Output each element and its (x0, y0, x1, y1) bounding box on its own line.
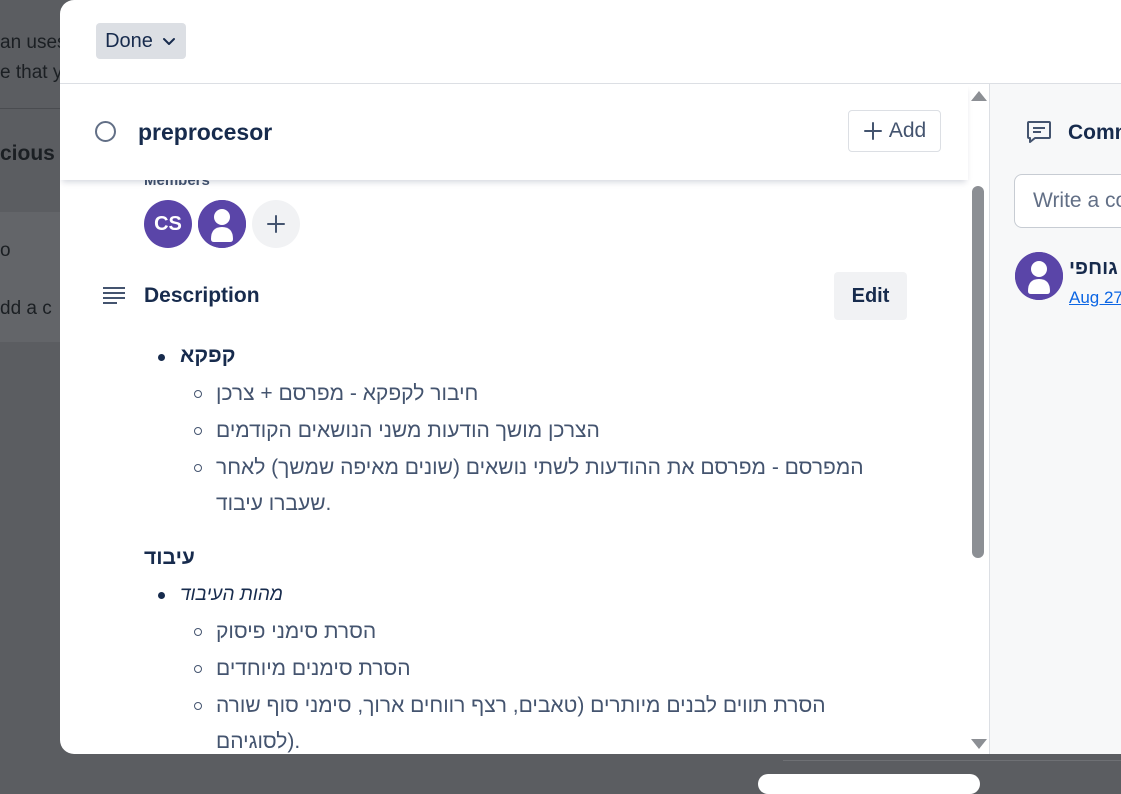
bullet (194, 665, 202, 673)
scroll-down-arrow-icon[interactable] (971, 739, 987, 749)
add-member-button[interactable] (252, 200, 300, 248)
background-text: dd a c (0, 298, 52, 319)
list-item: מהות העיבוד (180, 584, 283, 605)
add-button[interactable]: Add (848, 110, 941, 152)
section-heading: עיבוד (144, 546, 195, 569)
description-heading: Description (144, 284, 260, 307)
comments-heading: Comments (1068, 121, 1121, 144)
bullet (194, 702, 202, 710)
comment-icon (1027, 121, 1051, 143)
avatar[interactable] (1015, 252, 1063, 300)
description-icon (103, 287, 125, 304)
scroll-up-arrow-icon[interactable] (971, 91, 987, 101)
avatar[interactable] (198, 200, 246, 248)
card-title[interactable]: preprocesor (138, 119, 272, 146)
list-item: הצרכן מושך הודעות משני הנושאים הקודמים (216, 419, 600, 442)
list-item: הסרת סימני פיסוק (216, 620, 377, 643)
complete-checkbox[interactable] (95, 121, 116, 142)
background-text: o (0, 240, 11, 261)
list-item-continuation: לסוגיהם). (216, 730, 301, 753)
user-icon (1015, 252, 1063, 300)
bullet (194, 427, 202, 435)
comment-date-link[interactable]: Aug 27 (1069, 288, 1121, 308)
bullet (158, 592, 165, 599)
bullet (194, 628, 202, 636)
comments-panel: Comments Write a comment… גוחפי Aug 27 (990, 84, 1121, 754)
background-divider (783, 760, 1121, 761)
background-text: e that y (0, 62, 63, 83)
background-card (0, 212, 60, 342)
card-main-column: preprocesor Add Members CS Description E… (60, 84, 990, 754)
avatar[interactable]: CS (144, 200, 192, 248)
bullet (194, 464, 202, 472)
background-list-title: cious (0, 142, 55, 165)
background-text: an uses (0, 32, 67, 53)
list-item: המפרסם - מפרסם את ההודעות לשתי נושאים (ש… (216, 456, 864, 479)
background-pill (758, 774, 980, 794)
modal-header: Done (60, 0, 1121, 84)
card-detail-modal: Done preprocesor Add Members CS Descript… (60, 0, 1121, 754)
bullet (194, 390, 202, 398)
list-item: קפקא (180, 344, 236, 367)
comment-author: גוחפי (1069, 257, 1118, 279)
plus-icon (863, 122, 882, 140)
background-divider (0, 108, 60, 109)
list-item: הסרת תווים לבנים מיותרים (טאבים, רצף רוו… (216, 694, 826, 717)
avatar-initials: CS (154, 212, 182, 235)
comment-input[interactable]: Write a comment… (1014, 174, 1121, 228)
chevron-down-icon (162, 38, 175, 45)
edit-description-button[interactable]: Edit (834, 272, 907, 320)
status-dropdown-button[interactable]: Done (96, 23, 186, 59)
scrollbar-thumb[interactable] (972, 186, 984, 558)
list-item: הסרת סימנים מיוחדים (216, 657, 411, 680)
user-icon (198, 200, 246, 248)
list-item-continuation: שעברו עיבוד. (216, 492, 332, 515)
background-board: an uses e that y cious o dd a c (0, 0, 67, 782)
add-button-label: Add (888, 119, 927, 142)
status-label: Done (105, 29, 153, 52)
card-title-bar: preprocesor Add (60, 84, 968, 180)
list-item: חיבור לקפקא - מפרסם + צרכן (216, 382, 479, 405)
bullet (158, 354, 165, 361)
plus-icon (267, 215, 285, 233)
